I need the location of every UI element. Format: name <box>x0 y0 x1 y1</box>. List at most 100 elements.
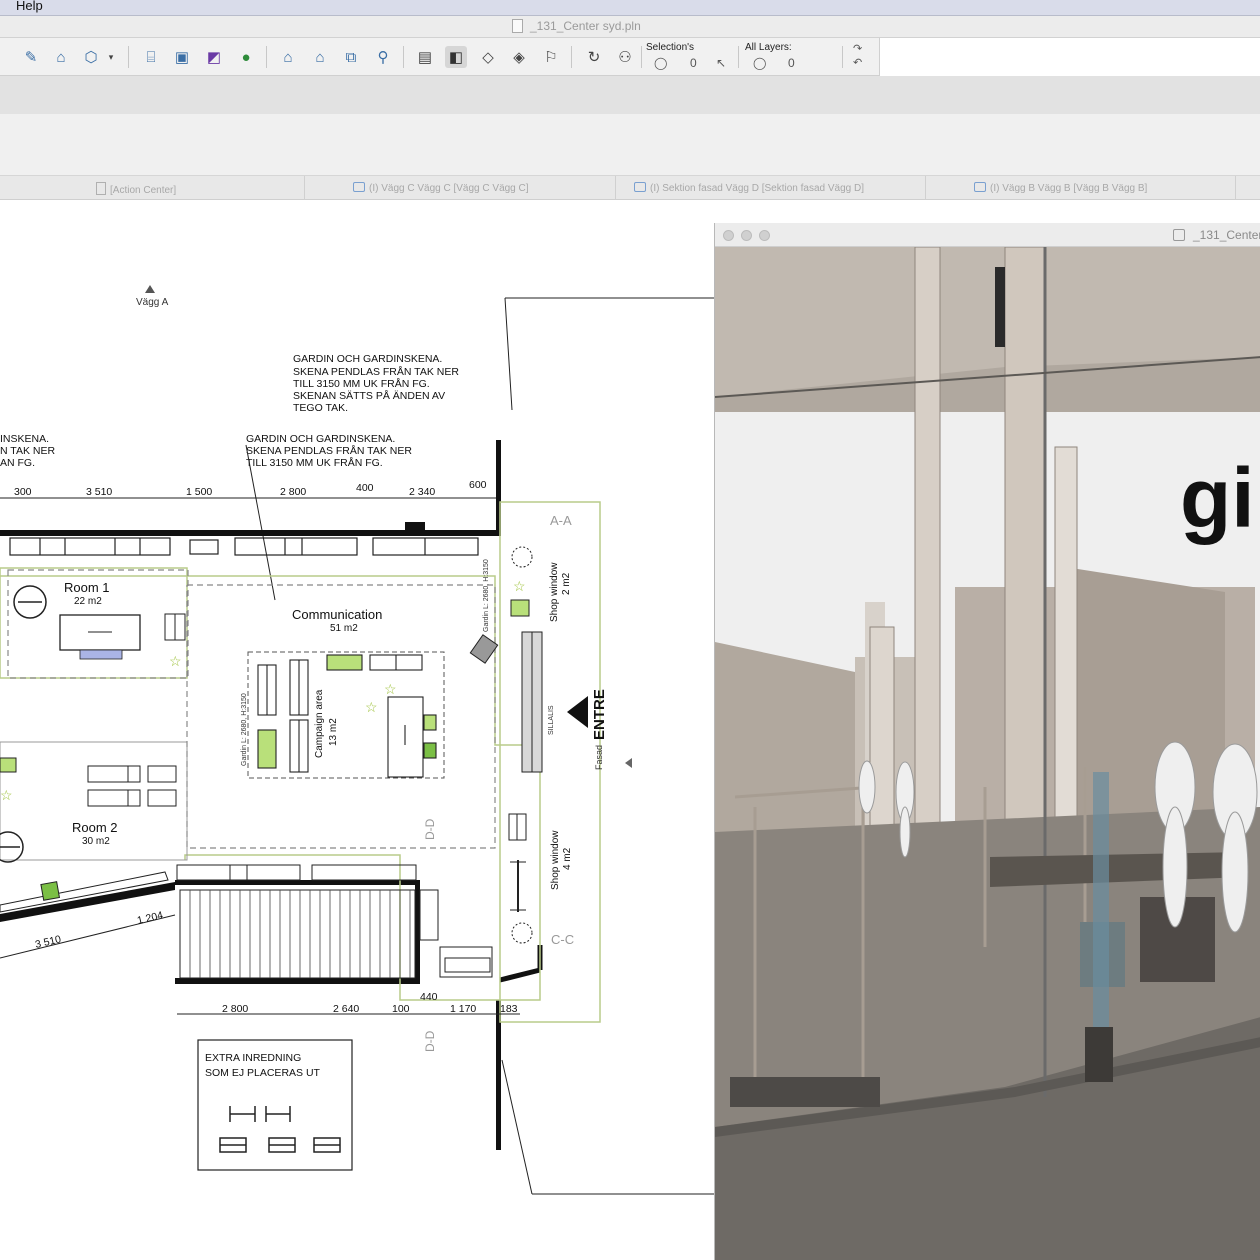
undo-icon[interactable]: ↶ <box>853 56 862 69</box>
gardin-label: Gardin L: 2680, H:3150 <box>483 559 490 632</box>
entre-label: ENTRE <box>591 689 608 740</box>
house-icon[interactable]: ⌂ <box>309 46 331 68</box>
extra-title-line2: SOM EJ PLACERAS UT <box>205 1067 321 1079</box>
dimension-label: 400 <box>356 482 374 494</box>
cycle-icon[interactable]: ↻ <box>583 46 605 68</box>
dimension-label: 2 800 <box>280 486 306 498</box>
elevation-icon <box>353 182 365 192</box>
dimension-label: 183 <box>500 1003 518 1015</box>
section-dd-label: D-D <box>423 1030 437 1052</box>
selection-label: Selection's <box>646 42 695 53</box>
elevation-icon <box>974 182 986 192</box>
3d-box-icon[interactable]: ◇ <box>477 46 499 68</box>
svg-text:INSKENA.: INSKENA. <box>0 433 49 445</box>
room-2-name: Room 2 <box>72 820 118 835</box>
tab-label: (I) Vägg C Vägg C [Vägg C Vägg C] <box>369 183 529 194</box>
home-cloud-icon[interactable]: ⌂ <box>50 46 72 68</box>
dimension-label: 1 500 <box>186 486 212 498</box>
section-view-icon[interactable]: ◧ <box>445 46 467 68</box>
floor-plan-icon[interactable]: ▤ <box>414 46 436 68</box>
menu-bar: Help <box>0 0 1260 16</box>
tab-sektion-fasad[interactable]: (I) Sektion fasad Vägg D [Sektion fasad … <box>616 176 926 200</box>
dimension-label: 2 340 <box>409 486 435 498</box>
star-icon: ☆ <box>169 653 182 669</box>
star-icon: ☆ <box>0 787 13 803</box>
shop-window-1-name: Shop window <box>549 562 560 622</box>
document-icon <box>512 19 523 33</box>
toolbar-separator <box>266 46 267 68</box>
dimension-label: 100 <box>392 1003 410 1015</box>
pen-icon[interactable]: ✎ <box>20 46 42 68</box>
tab-action-center[interactable]: [Action Center] <box>0 176 305 200</box>
floor-grating <box>189 890 411 978</box>
floor-plan-drawing[interactable]: Vägg A GARDIN OCH GARDINSKENA. SKENA PEN… <box>0 200 716 1260</box>
minimize-button[interactable] <box>741 230 752 241</box>
shop-window-2-area: 4 m2 <box>562 847 573 870</box>
3d-window-icon[interactable]: ◈ <box>508 46 530 68</box>
renovation-icon[interactable]: ◩ <box>203 46 225 68</box>
toolbar-separator <box>128 46 129 68</box>
shop-window-2-name: Shop window <box>550 830 561 890</box>
3d-view-window[interactable]: _131_Center gi <box>714 223 1260 1260</box>
dimension-label: 1 204 <box>136 909 164 927</box>
room-1-name: Room 1 <box>64 580 110 595</box>
star-icon: ☆ <box>513 578 526 594</box>
menu-help[interactable]: Help <box>16 0 43 13</box>
tab-vagg-b[interactable]: (I) Vägg B Vägg B [Vägg B Vägg B] <box>926 176 1236 200</box>
eye-icon[interactable]: ◯ <box>753 56 766 70</box>
svg-text:GARDIN OCH GARDINSKENA.: GARDIN OCH GARDINSKENA. <box>246 433 395 445</box>
building-icon[interactable]: ⌸ <box>140 46 162 68</box>
communication-area: 51 m2 <box>330 623 358 634</box>
tab-label: (I) Sektion fasad Vägg D [Sektion fasad … <box>650 183 865 194</box>
people-icon[interactable]: ⚇ <box>614 46 636 68</box>
chevron-down-icon[interactable]: ▾ <box>104 46 118 68</box>
furniture-green <box>0 757 17 773</box>
window-title: _131_Center syd.pln <box>530 19 641 33</box>
dimension-label: 2 800 <box>222 1003 248 1015</box>
shop-window-1-area: 2 m2 <box>561 572 572 595</box>
toolbar-separator <box>842 46 843 68</box>
zoom-button[interactable] <box>759 230 770 241</box>
campaign-furniture <box>257 654 437 778</box>
redo-icon[interactable]: ↷ <box>853 42 862 55</box>
extra-furniture-items <box>219 1106 341 1153</box>
room-2-area: 30 m2 <box>82 836 110 847</box>
dimension-label: 600 <box>469 479 487 491</box>
section-cc-label: C-C <box>551 932 574 947</box>
all-layers-label: All Layers: <box>745 42 792 53</box>
pen-small-icon[interactable]: ↖ <box>716 56 726 70</box>
section-aa-label: A-A <box>550 513 572 528</box>
house-icon[interactable]: ⌂ <box>277 46 299 68</box>
toolbar-separator <box>641 46 642 68</box>
campaign-name: Campaign area <box>314 689 325 758</box>
room-1-area: 22 m2 <box>74 596 102 607</box>
entrance-arrow-icon <box>567 696 588 728</box>
eye-icon[interactable]: ◯ <box>654 56 667 70</box>
info-box-area <box>0 114 1260 176</box>
toolbar-area <box>0 76 1260 114</box>
glass-stand <box>1093 772 1109 1052</box>
app-window: Help _131_Center syd.pln ✎ ⌂ ⬡ ▾ ⌸ ▣ ◩ ●… <box>0 0 1260 1260</box>
shop-window-1-furniture <box>469 546 543 773</box>
house-stack-icon[interactable]: ⧉ <box>340 46 362 68</box>
top-dimensions: 300 3 510 1 500 2 800 400 2 340 600 <box>14 479 487 498</box>
all-layers-value: 0 <box>788 56 795 70</box>
object-settings-icon[interactable]: ⬡ <box>80 46 102 68</box>
person-door-icon[interactable]: ⚲ <box>372 46 394 68</box>
walker-icon[interactable]: ⚐ <box>540 46 562 68</box>
marker-icon <box>625 758 632 768</box>
globe-icon[interactable]: ● <box>235 46 257 68</box>
dimension-label: 1 170 <box>450 1003 476 1015</box>
close-button[interactable] <box>723 230 734 241</box>
3d-rendered-scene[interactable]: gi <box>715 247 1260 1260</box>
walk-icon[interactable]: ▣ <box>171 46 193 68</box>
tab-vagg-c[interactable]: (I) Vägg C Vägg C [Vägg C Vägg C] <box>305 176 616 200</box>
sillalis-label: SILLALIS <box>548 705 555 735</box>
rack-base <box>730 1077 880 1107</box>
section-icon <box>634 182 646 192</box>
dimension-label: 3 510 <box>86 486 112 498</box>
svg-text:SKENA PENDLAS FRÅN TAK NER: SKENA PENDLAS FRÅN TAK NER <box>246 444 412 457</box>
floor-plan-view[interactable]: Vägg A GARDIN OCH GARDINSKENA. SKENA PEN… <box>0 200 716 1260</box>
curtain-note-3: INSKENA. N TAK NER AN FG. <box>0 433 55 469</box>
toolbar-separator <box>738 46 739 68</box>
